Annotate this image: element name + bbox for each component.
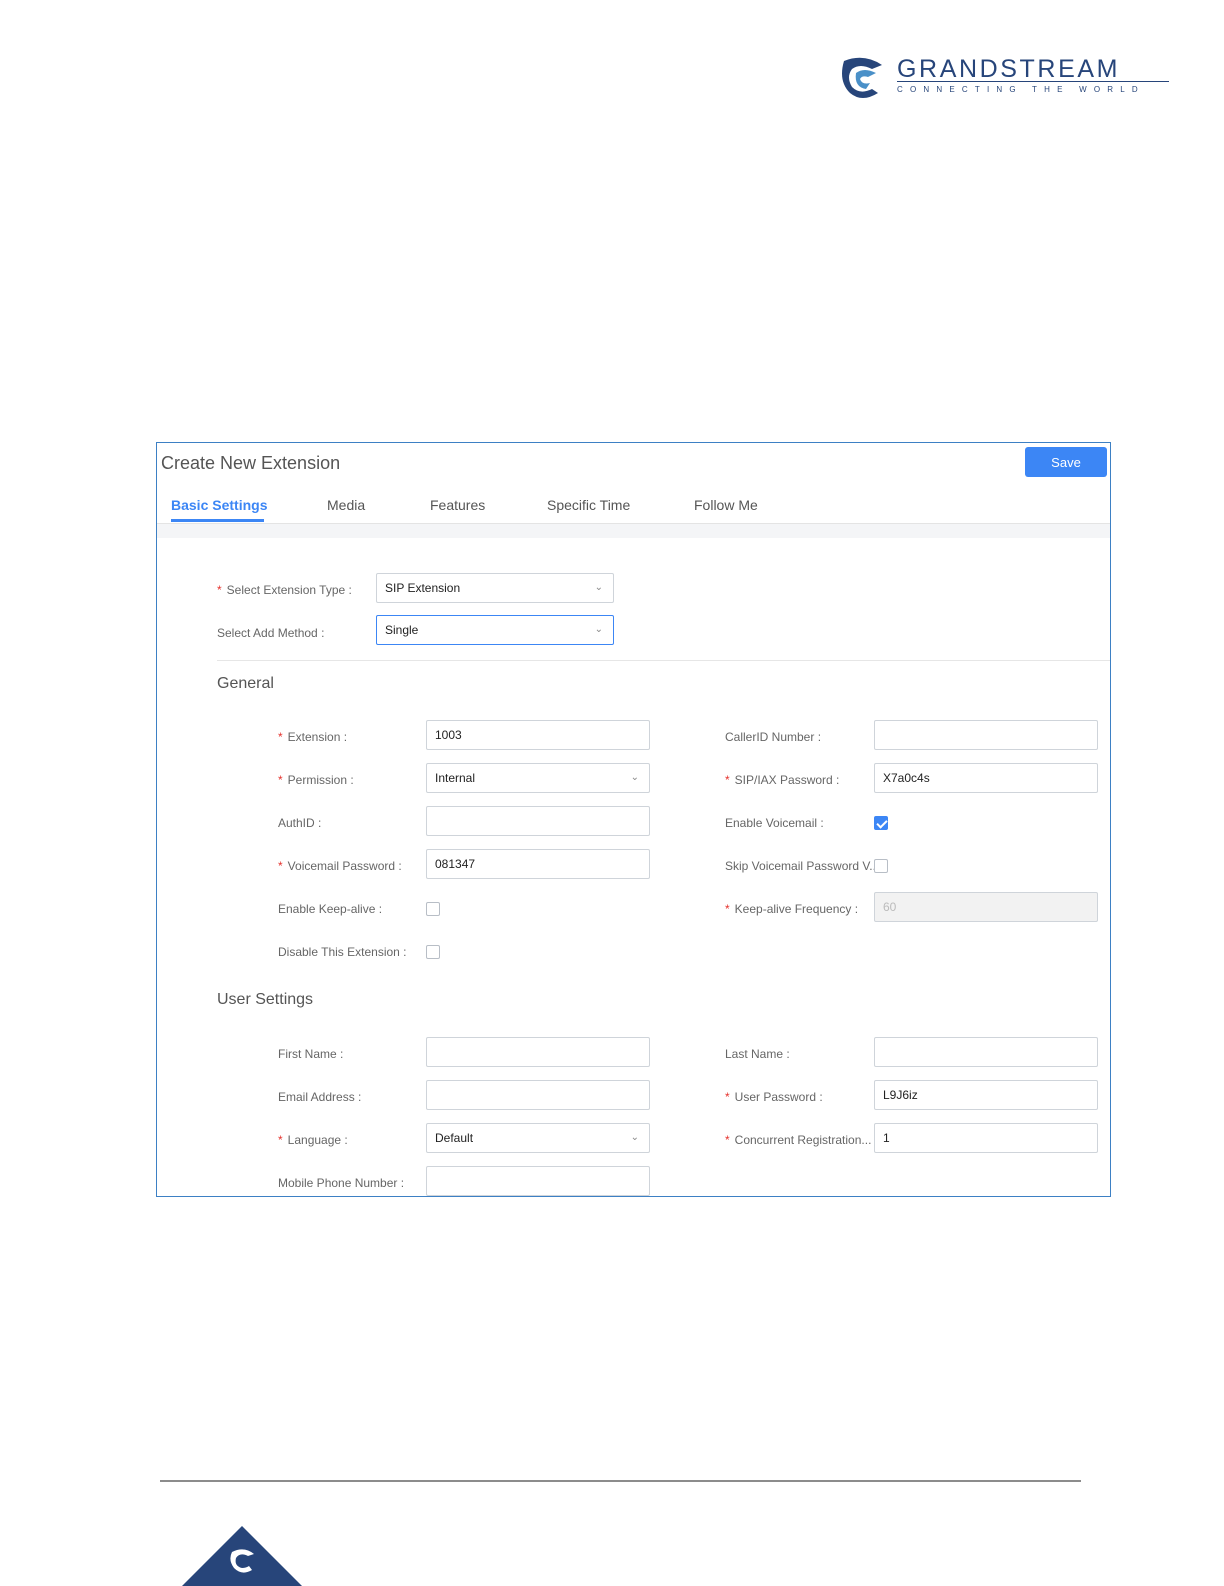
- form-content: * Select Extension Type : SIP Extension ⌄…: [165, 538, 1110, 1196]
- add-method-select[interactable]: Single ⌄: [376, 615, 614, 645]
- permission-select[interactable]: Internal ⌄: [426, 763, 650, 793]
- required-marker: *: [725, 1090, 730, 1104]
- tab-basic-settings[interactable]: Basic Settings: [171, 497, 267, 513]
- last-name-input[interactable]: [874, 1037, 1098, 1067]
- tab-media[interactable]: Media: [327, 497, 365, 513]
- required-marker: *: [278, 773, 283, 787]
- extension-type-label: * Select Extension Type :: [217, 583, 352, 597]
- section-divider: [217, 660, 1110, 661]
- callerid-number-label: CallerID Number :: [725, 730, 822, 744]
- add-method-label: Select Add Method :: [217, 626, 325, 640]
- concurrent-registrations-label: * Concurrent Registration...: [725, 1133, 872, 1147]
- enable-keepalive-checkbox[interactable]: [426, 902, 440, 916]
- skip-voicemail-password-label: Skip Voicemail Password V...: [725, 859, 880, 873]
- disable-extension-checkbox[interactable]: [426, 945, 440, 959]
- extension-type-value: SIP Extension: [385, 581, 461, 595]
- extension-input[interactable]: 1003: [426, 720, 650, 750]
- add-method-value: Single: [385, 623, 419, 637]
- required-marker: *: [725, 1133, 730, 1147]
- mobile-phone-label: Mobile Phone Number :: [278, 1176, 405, 1190]
- tab-specific-time[interactable]: Specific Time: [547, 497, 630, 513]
- brand-divider: [897, 81, 1169, 82]
- general-section-title: General: [217, 675, 274, 692]
- grandstream-logo: GRANDSTREAM CONNECTING THE WORLD: [842, 55, 1172, 99]
- last-name-label: Last Name :: [725, 1047, 790, 1061]
- create-extension-panel: Create New Extension Save Basic Settings…: [156, 442, 1111, 1197]
- page-title: Create New Extension: [161, 453, 341, 473]
- concurrent-registrations-input[interactable]: 1: [874, 1123, 1098, 1153]
- first-name-label: First Name :: [278, 1047, 344, 1061]
- save-button[interactable]: Save: [1025, 447, 1107, 477]
- mobile-phone-input[interactable]: [426, 1166, 650, 1196]
- extension-label: * Extension :: [278, 730, 348, 744]
- user-password-label: * User Password :: [725, 1090, 823, 1104]
- authid-input[interactable]: [426, 806, 650, 836]
- tab-features[interactable]: Features: [430, 497, 485, 513]
- first-name-input[interactable]: [426, 1037, 650, 1067]
- language-value: Default: [435, 1131, 474, 1145]
- content-top-band: [157, 524, 1110, 538]
- permission-value: Internal: [435, 771, 476, 785]
- user-settings-section-title: User Settings: [217, 991, 314, 1008]
- brand-tagline: CONNECTING THE WORLD: [897, 85, 1145, 94]
- voicemail-password-input[interactable]: 081347: [426, 849, 650, 879]
- enable-voicemail-label: Enable Voicemail :: [725, 816, 824, 830]
- language-select[interactable]: Default ⌄: [426, 1123, 650, 1153]
- callerid-number-input[interactable]: [874, 720, 1098, 750]
- chevron-down-icon: ⌄: [630, 1132, 639, 1143]
- voicemail-password-label: * Voicemail Password :: [278, 859, 402, 873]
- language-label: * Language :: [278, 1133, 348, 1147]
- chevron-down-icon: ⌄: [630, 772, 639, 783]
- footer-divider: [160, 1480, 1081, 1482]
- permission-label: * Permission :: [278, 773, 354, 787]
- tab-bar: Basic Settings Media Features Specific T…: [157, 487, 1110, 524]
- required-marker: *: [278, 730, 283, 744]
- sip-iax-password-input[interactable]: X7a0c4s: [874, 763, 1098, 793]
- keepalive-frequency-label: * Keep-alive Frequency :: [725, 902, 859, 916]
- required-marker: *: [217, 583, 222, 597]
- authid-label: AuthID :: [278, 816, 322, 830]
- tab-follow-me[interactable]: Follow Me: [694, 497, 758, 513]
- required-marker: *: [278, 1133, 283, 1147]
- chevron-down-icon: ⌄: [594, 582, 603, 593]
- skip-voicemail-password-checkbox[interactable]: [874, 859, 888, 873]
- footer-logo-icon: [230, 1549, 254, 1573]
- extension-type-select[interactable]: SIP Extension ⌄: [376, 573, 614, 603]
- email-address-input[interactable]: [426, 1080, 650, 1110]
- sip-iax-password-label: * SIP/IAX Password :: [725, 773, 840, 787]
- required-marker: *: [278, 859, 283, 873]
- active-tab-indicator: [171, 519, 264, 522]
- disable-extension-label: Disable This Extension :: [278, 945, 407, 959]
- grandstream-logo-icon: [842, 57, 882, 98]
- chevron-down-icon: ⌄: [594, 624, 603, 635]
- required-marker: *: [725, 773, 730, 787]
- required-marker: *: [725, 902, 730, 916]
- user-password-input[interactable]: L9J6iz: [874, 1080, 1098, 1110]
- enable-keepalive-label: Enable Keep-alive :: [278, 902, 383, 916]
- email-address-label: Email Address :: [278, 1090, 362, 1104]
- enable-voicemail-checkbox[interactable]: [874, 816, 888, 830]
- keepalive-frequency-input[interactable]: 60: [874, 892, 1098, 922]
- brand-name: GRANDSTREAM: [897, 55, 1121, 83]
